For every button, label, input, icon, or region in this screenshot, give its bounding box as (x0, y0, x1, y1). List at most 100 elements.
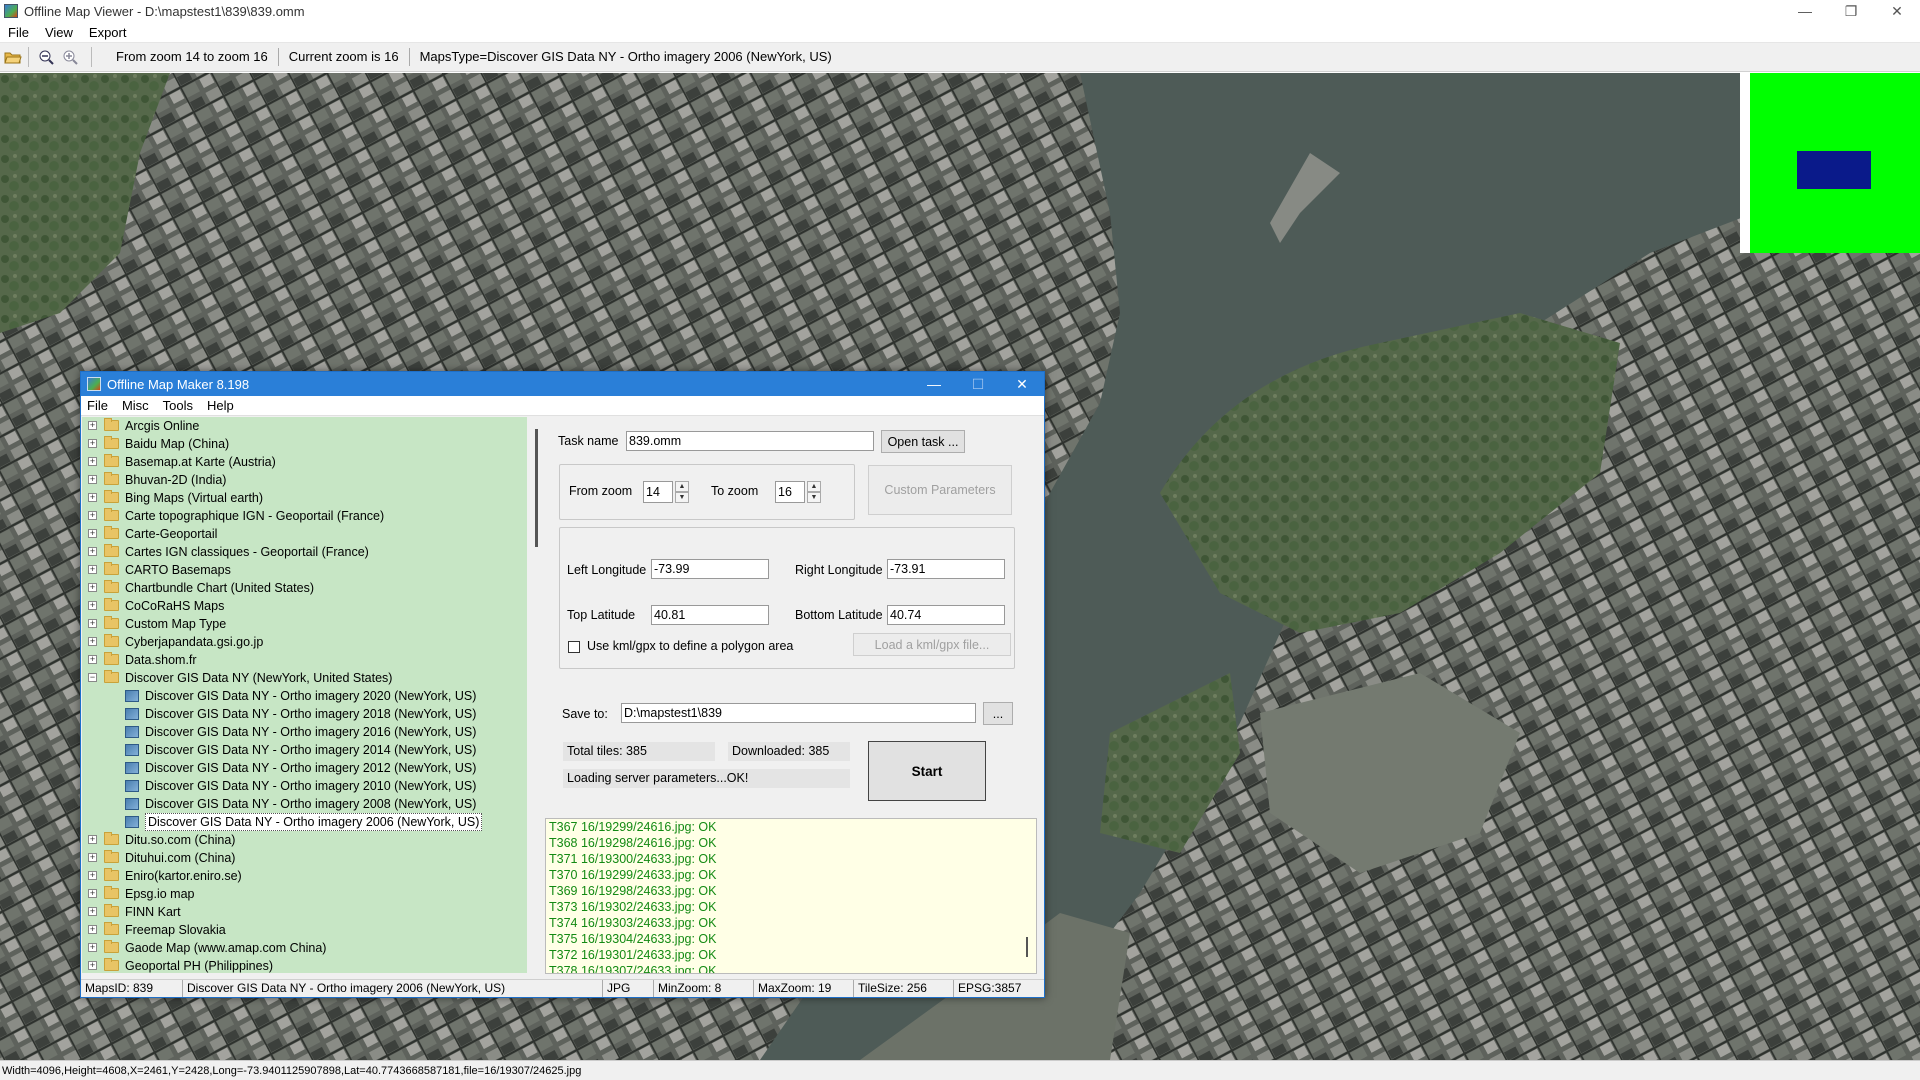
open-task-button[interactable]: Open task ... (881, 430, 965, 453)
restore-icon[interactable]: ❐ (1828, 0, 1874, 22)
expand-icon[interactable]: + (88, 853, 97, 862)
expand-icon[interactable]: + (88, 943, 97, 952)
tree-folder-item[interactable]: + Epsg.io map (82, 885, 527, 903)
left-longitude-input[interactable] (651, 559, 769, 579)
folder-icon (104, 436, 119, 449)
to-zoom-spinner[interactable]: ▲ ▼ (807, 481, 821, 503)
expand-icon[interactable]: + (88, 871, 97, 880)
tree-child-item[interactable]: Discover GIS Data NY - Ortho imagery 201… (82, 759, 527, 777)
tree-folder-item[interactable]: + Carte-Geoportail (82, 525, 527, 543)
use-kml-label: Use kml/gpx to define a polygon area (587, 639, 794, 653)
zoom-in-button[interactable] (59, 46, 81, 68)
tree-folder-item[interactable]: + Freemap Slovakia (82, 921, 527, 939)
custom-parameters-button[interactable]: Custom Parameters (868, 465, 1012, 515)
expand-icon[interactable]: + (88, 511, 97, 520)
use-kml-checkbox[interactable] (568, 641, 580, 653)
expand-icon[interactable]: + (88, 961, 97, 970)
tree-folder-item[interactable]: + Geoportal PH (Philippines) (82, 957, 527, 973)
tree-child-item[interactable]: Discover GIS Data NY - Ortho imagery 202… (82, 687, 527, 705)
dialog-menu-tools[interactable]: Tools (157, 398, 201, 413)
dialog-menu-help[interactable]: Help (201, 398, 242, 413)
tree-folder-item[interactable]: + Custom Map Type (82, 615, 527, 633)
tree-folder-item[interactable]: + Bing Maps (Virtual earth) (82, 489, 527, 507)
expand-icon[interactable]: + (88, 439, 97, 448)
expand-icon[interactable]: + (88, 601, 97, 610)
expand-icon[interactable]: + (88, 457, 97, 466)
status-tile-size: TileSize: 256 (854, 980, 954, 997)
tree-folder-item[interactable]: + Dituhui.com (China) (82, 849, 527, 867)
folder-icon (104, 670, 119, 683)
start-button[interactable]: Start (868, 741, 986, 801)
dialog-menu-file[interactable]: File (81, 398, 116, 413)
tree-folder-item[interactable]: + Cyberjapandata.gsi.go.jp (82, 633, 527, 651)
task-name-input[interactable] (626, 431, 874, 451)
from-zoom-spinner[interactable]: ▲ ▼ (675, 481, 689, 503)
tree-child-item[interactable]: Discover GIS Data NY - Ortho imagery 201… (82, 705, 527, 723)
zoom-out-button[interactable] (35, 46, 57, 68)
expand-icon[interactable]: + (88, 655, 97, 664)
tree-folder-item[interactable]: + Bhuvan-2D (India) (82, 471, 527, 489)
expand-icon[interactable]: + (88, 547, 97, 556)
tree-folder-item[interactable]: + Basemap.at Karte (Austria) (82, 453, 527, 471)
expand-icon[interactable]: + (88, 619, 97, 628)
tree-folder-item[interactable]: + Gaode Map (www.amap.com China) (82, 939, 527, 957)
tree-folder-item[interactable]: + FINN Kart (82, 903, 527, 921)
save-to-input[interactable] (621, 703, 976, 723)
menu-view[interactable]: View (37, 25, 81, 40)
dialog-titlebar[interactable]: Offline Map Maker 8.198 — ☐ ✕ (81, 372, 1044, 396)
expand-icon[interactable]: + (88, 889, 97, 898)
dialog-menu-misc[interactable]: Misc (116, 398, 157, 413)
dialog-controls: — ☐ ✕ (912, 372, 1044, 396)
expand-icon[interactable]: + (88, 925, 97, 934)
tree-child-item[interactable]: Discover GIS Data NY - Ortho imagery 200… (82, 813, 527, 831)
close-icon[interactable]: ✕ (1874, 0, 1920, 22)
tree-folder-item[interactable]: + Chartbundle Chart (United States) (82, 579, 527, 597)
tree-folder-item[interactable]: + Baidu Map (China) (82, 435, 527, 453)
expand-icon[interactable]: + (88, 421, 97, 430)
expand-icon[interactable]: + (88, 529, 97, 538)
from-zoom-input[interactable] (643, 481, 673, 503)
expand-icon[interactable]: + (88, 637, 97, 646)
open-folder-button[interactable] (2, 46, 24, 68)
dialog-minimize-icon[interactable]: — (912, 372, 956, 396)
dialog-close-icon[interactable]: ✕ (1000, 372, 1044, 396)
map-type-tree[interactable]: + Arcgis Online + Baidu Map (China) + Basemap… (82, 417, 527, 973)
expand-icon[interactable]: + (88, 907, 97, 916)
load-kml-button[interactable]: Load a kml/gpx file... (853, 633, 1011, 656)
tree-child-item[interactable]: Discover GIS Data NY - Ortho imagery 201… (82, 777, 527, 795)
right-longitude-input[interactable] (887, 559, 1005, 579)
bottom-latitude-input[interactable] (887, 605, 1005, 625)
expand-icon[interactable]: + (88, 475, 97, 484)
dialog-maximize-icon[interactable]: ☐ (956, 372, 1000, 396)
tree-item-label: CoCoRaHS Maps (125, 599, 225, 613)
tree-folder-item[interactable]: + Carte topographique IGN - Geoportail (F… (82, 507, 527, 525)
tree-folder-item[interactable]: + Cartes IGN classiques - Geoportail (Fra… (82, 543, 527, 561)
tree-child-item[interactable]: Discover GIS Data NY - Ortho imagery 201… (82, 741, 527, 759)
tree-folder-item[interactable]: + Data.shom.fr (82, 651, 527, 669)
overview-minimap[interactable] (1740, 73, 1920, 253)
tree-child-item[interactable]: Discover GIS Data NY - Ortho imagery 201… (82, 723, 527, 741)
expand-icon[interactable]: + (88, 835, 97, 844)
log-scrollbar[interactable] (1026, 937, 1028, 957)
menu-export[interactable]: Export (81, 25, 135, 40)
browse-button[interactable]: ... (983, 702, 1013, 725)
collapse-icon[interactable]: − (88, 673, 97, 682)
to-zoom-input[interactable] (775, 481, 805, 503)
menu-file[interactable]: File (0, 25, 37, 40)
tree-child-item[interactable]: Discover GIS Data NY - Ortho imagery 200… (82, 795, 527, 813)
tree-folder-item[interactable]: + Ditu.so.com (China) (82, 831, 527, 849)
tree-folder-item[interactable]: + Arcgis Online (82, 417, 527, 435)
minimap-viewport-box[interactable] (1797, 151, 1871, 189)
tree-folder-item[interactable]: + CoCoRaHS Maps (82, 597, 527, 615)
top-latitude-input[interactable] (651, 605, 769, 625)
panel-splitter[interactable] (528, 417, 544, 973)
expand-icon[interactable]: + (88, 493, 97, 502)
tree-folder-item[interactable]: + CARTO Basemaps (82, 561, 527, 579)
splitter-grip[interactable] (535, 429, 538, 547)
minimize-icon[interactable]: — (1782, 0, 1828, 22)
download-log[interactable]: T367 16/19299/24616.jpg: OK T368 16/19298… (545, 818, 1037, 974)
expand-icon[interactable]: + (88, 565, 97, 574)
tree-folder-item[interactable]: − Discover GIS Data NY (NewYork, United S… (82, 669, 527, 687)
expand-icon[interactable]: + (88, 583, 97, 592)
tree-folder-item[interactable]: + Eniro(kartor.eniro.se) (82, 867, 527, 885)
